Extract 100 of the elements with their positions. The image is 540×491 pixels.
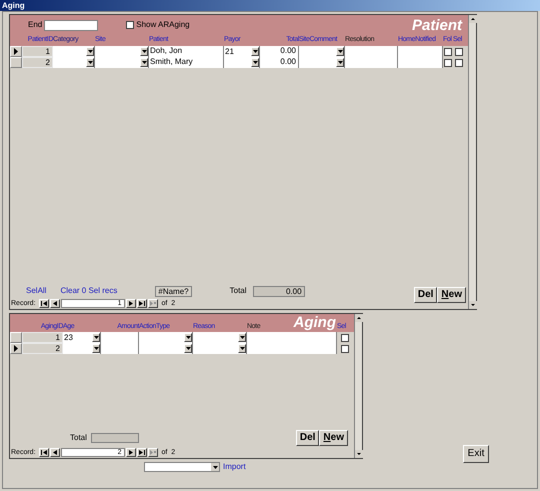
- dropdown-arrow-icon: [338, 50, 342, 53]
- record-id-cell: 2: [22, 343, 63, 354]
- triangle-icon: [52, 301, 58, 306]
- checkbox[interactable]: [444, 48, 452, 56]
- text-field[interactable]: Doh, Jon: [149, 46, 224, 57]
- dropdown-button[interactable]: [251, 47, 259, 56]
- previous-record-button[interactable]: [50, 299, 60, 308]
- checkbox[interactable]: [340, 344, 348, 352]
- scroll-down-icon[interactable]: [469, 301, 477, 309]
- checkbox[interactable]: [340, 334, 348, 342]
- combo-box[interactable]: [193, 343, 247, 354]
- triangle-icon: [150, 301, 156, 306]
- combo-box[interactable]: [63, 343, 101, 354]
- dropdown-button[interactable]: [92, 344, 100, 353]
- amount-field[interactable]: [101, 332, 139, 343]
- dropdown-button[interactable]: [86, 58, 94, 67]
- combo-box[interactable]: [139, 332, 193, 343]
- record-selector[interactable]: [10, 343, 22, 354]
- text-field[interactable]: [398, 46, 443, 57]
- dropdown-arrow-icon: [142, 50, 146, 53]
- dropdown-arrow-icon: [338, 61, 342, 64]
- window-title: Aging: [2, 2, 25, 10]
- scroll-up-icon[interactable]: [469, 15, 477, 23]
- delete-button[interactable]: Del: [296, 430, 320, 446]
- dropdown-button[interactable]: [140, 47, 148, 56]
- current-record-icon: [14, 345, 18, 352]
- checkbox[interactable]: [455, 48, 463, 56]
- first-record-button[interactable]: [38, 448, 49, 456]
- end-field[interactable]: [44, 20, 98, 30]
- import-link[interactable]: Import: [223, 461, 246, 473]
- dropdown-button[interactable]: [238, 344, 246, 353]
- dropdown-button[interactable]: [184, 333, 192, 342]
- previous-record-button[interactable]: [50, 448, 60, 456]
- combo-box[interactable]: [193, 332, 247, 343]
- triangle-icon: [138, 450, 145, 454]
- dropdown-button[interactable]: [92, 333, 100, 342]
- new-record-button[interactable]: [148, 448, 158, 456]
- total-label: Total: [70, 432, 87, 444]
- end-label: End: [28, 19, 42, 31]
- scroll-up-icon[interactable]: [355, 314, 363, 322]
- dropdown-button[interactable]: [238, 333, 246, 342]
- new-button[interactable]: New: [319, 430, 348, 446]
- combo-box[interactable]: 23: [63, 332, 101, 343]
- combo-box[interactable]: [299, 46, 345, 57]
- text-field[interactable]: Smith, Mary: [149, 57, 224, 68]
- triangle-icon: [40, 450, 47, 454]
- combo-box[interactable]: 21: [224, 46, 260, 57]
- exit-button[interactable]: Exit: [462, 445, 490, 463]
- dropdown-arrow-icon: [212, 466, 218, 468]
- import-combo-box[interactable]: [144, 462, 220, 472]
- clear-selection-link[interactable]: Clear 0 Sel recs: [60, 285, 118, 297]
- amount-field[interactable]: 0.00: [260, 46, 299, 57]
- total-field: [90, 433, 139, 443]
- new-button[interactable]: New: [437, 287, 466, 303]
- select-all-link[interactable]: SelAll: [26, 285, 46, 297]
- record-selector[interactable]: [10, 46, 22, 57]
- checkbox[interactable]: [444, 58, 452, 66]
- combo-box[interactable]: [53, 46, 95, 57]
- dropdown-button[interactable]: [86, 47, 94, 56]
- form-heading: Patient: [412, 18, 462, 32]
- checkbox[interactable]: [455, 58, 463, 66]
- amount-field[interactable]: 0.00: [260, 57, 299, 68]
- total-label: Total: [230, 285, 247, 297]
- scroll-down-icon[interactable]: [355, 450, 363, 458]
- triangle-icon: [138, 301, 145, 306]
- text-field[interactable]: [247, 332, 337, 343]
- text-field[interactable]: [247, 343, 337, 354]
- combo-box[interactable]: [95, 57, 149, 68]
- combo-box[interactable]: [224, 57, 260, 68]
- new-record-button[interactable]: [148, 299, 158, 308]
- combo-box[interactable]: [53, 57, 95, 68]
- dropdown-button[interactable]: [184, 344, 192, 353]
- delete-button[interactable]: Del: [414, 287, 438, 303]
- text-field[interactable]: [345, 46, 398, 57]
- dropdown-arrow-icon: [88, 61, 92, 64]
- scrollbar[interactable]: [354, 314, 362, 458]
- combo-box[interactable]: [299, 57, 345, 68]
- combo-box[interactable]: [95, 46, 149, 57]
- last-record-button[interactable]: [136, 299, 147, 308]
- next-record-button[interactable]: [126, 448, 136, 456]
- record-id-cell: 1: [22, 46, 53, 57]
- amount-field[interactable]: [101, 343, 139, 354]
- dropdown-arrow-icon: [252, 50, 258, 53]
- dropdown-button[interactable]: [251, 58, 259, 67]
- dropdown-button[interactable]: [336, 58, 344, 67]
- triangle-icon: [128, 450, 134, 454]
- record-id-cell: 1: [22, 332, 63, 343]
- scrollbar[interactable]: [468, 15, 476, 309]
- triangle-icon: [128, 301, 134, 306]
- checkbox[interactable]: [126, 21, 134, 29]
- dropdown-button[interactable]: [140, 58, 148, 67]
- text-field[interactable]: [398, 57, 443, 68]
- current-record-icon: [14, 48, 18, 55]
- first-record-button[interactable]: [38, 299, 49, 308]
- last-record-button[interactable]: [136, 448, 147, 456]
- dropdown-arrow-icon: [240, 336, 244, 339]
- text-field[interactable]: [345, 57, 398, 68]
- dropdown-button[interactable]: [336, 47, 344, 56]
- combo-box[interactable]: [139, 343, 193, 354]
- next-record-button[interactable]: [126, 299, 136, 308]
